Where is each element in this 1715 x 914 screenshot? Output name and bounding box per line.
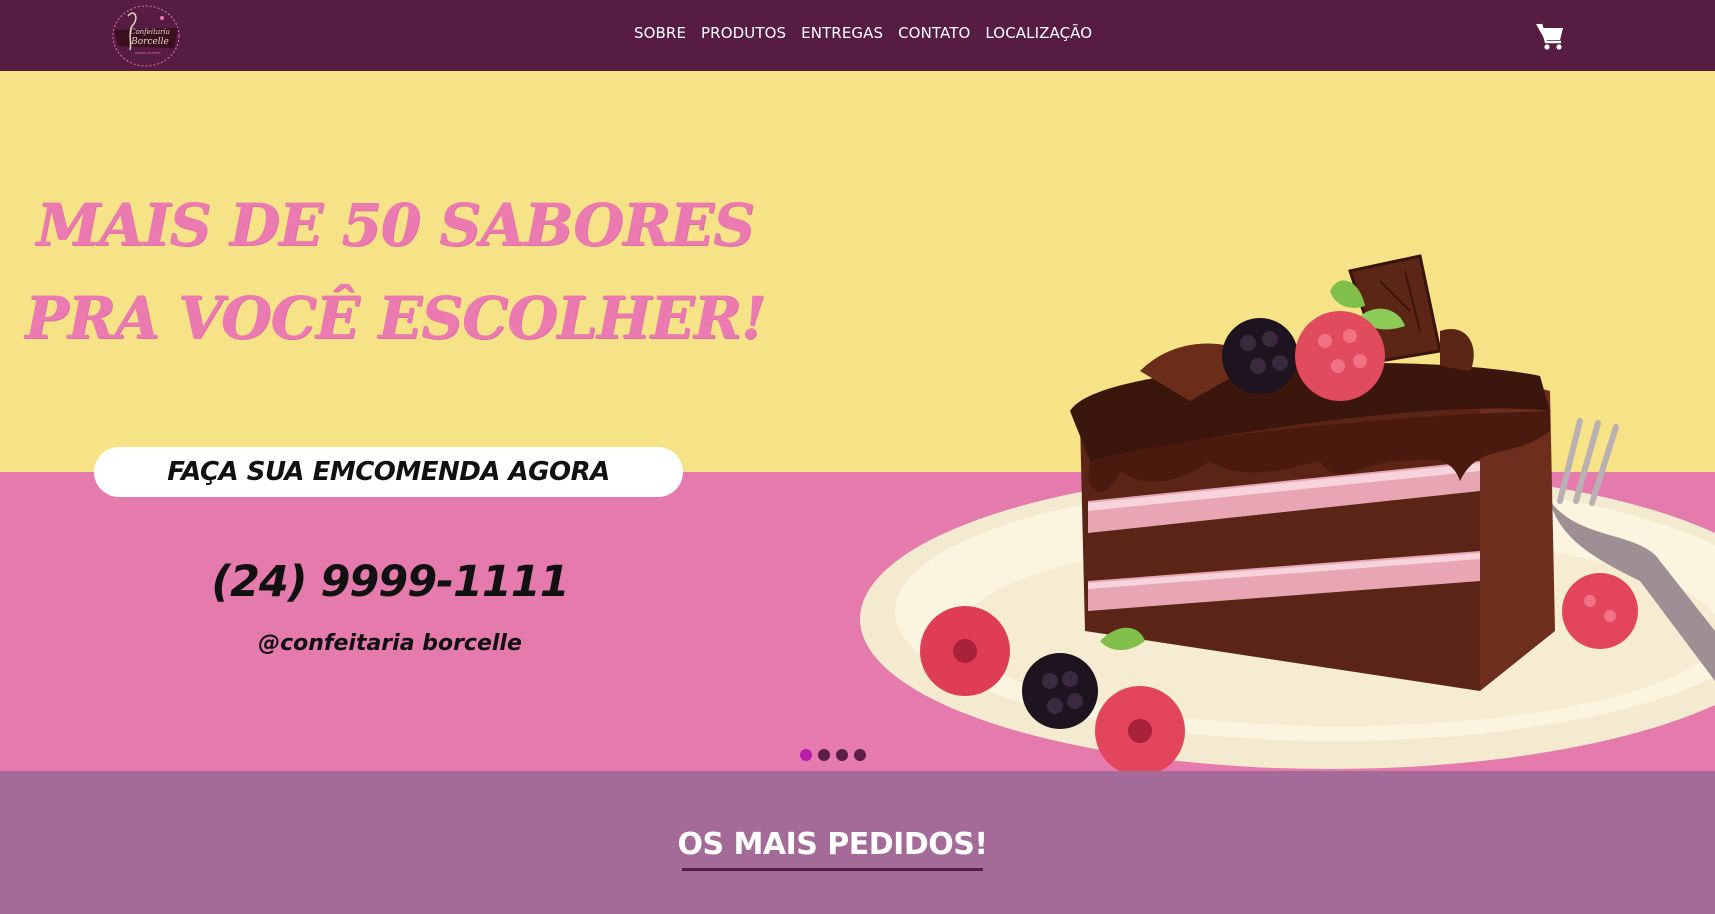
carousel-indicators <box>800 749 866 761</box>
section-title-underline <box>682 868 983 871</box>
brand-logo-icon[interactable]: Confeitaria Borcelle BOLOS DE FESTA <box>108 4 184 68</box>
carousel-dot-2[interactable] <box>818 749 830 761</box>
menu-item-produtos[interactable]: PRODUTOS <box>701 24 786 42</box>
carousel-dot-4[interactable] <box>854 749 866 761</box>
carousel-dot-3[interactable] <box>836 749 848 761</box>
svg-text:BOLOS DE FESTA: BOLOS DE FESTA <box>135 51 161 55</box>
shopping-cart-icon[interactable] <box>1534 20 1566 52</box>
menu-item-localizacao[interactable]: LOCALIZAÇÃO <box>985 24 1092 42</box>
top-navbar: Confeitaria Borcelle BOLOS DE FESTA SOBR… <box>0 0 1715 71</box>
svg-text:Confeitaria: Confeitaria <box>130 28 170 36</box>
hero-headline: MAIS DE 50 SABORES PRA VOCÊ ESCOLHER! <box>0 179 790 365</box>
section-title: OS MAIS PEDIDOS! <box>677 827 988 862</box>
social-handle: @confeitaria borcelle <box>258 631 522 656</box>
phone-number: (24) 9999-1111 <box>211 557 569 607</box>
hero-banner: MAIS DE 50 SABORES PRA VOCÊ ESCOLHER! FA… <box>0 71 1715 771</box>
chocolate-cake-slice-image <box>860 254 1715 771</box>
menu-item-entregas[interactable]: ENTREGAS <box>801 24 883 42</box>
headline-line-2: PRA VOCÊ ESCOLHER! <box>24 284 766 352</box>
carousel-dot-1[interactable] <box>800 749 812 761</box>
order-now-button[interactable]: FAÇA SUA EMCOMENDA AGORA <box>94 447 683 497</box>
menu-item-sobre[interactable]: SOBRE <box>634 24 686 42</box>
svg-text:Borcelle: Borcelle <box>130 37 169 47</box>
main-menu: SOBRE PRODUTOS ENTREGAS CONTATO LOCALIZA… <box>634 24 1092 42</box>
most-ordered-section: OS MAIS PEDIDOS! <box>0 771 1715 914</box>
menu-item-contato[interactable]: CONTATO <box>898 24 970 42</box>
headline-line-1: MAIS DE 50 SABORES <box>36 191 755 259</box>
